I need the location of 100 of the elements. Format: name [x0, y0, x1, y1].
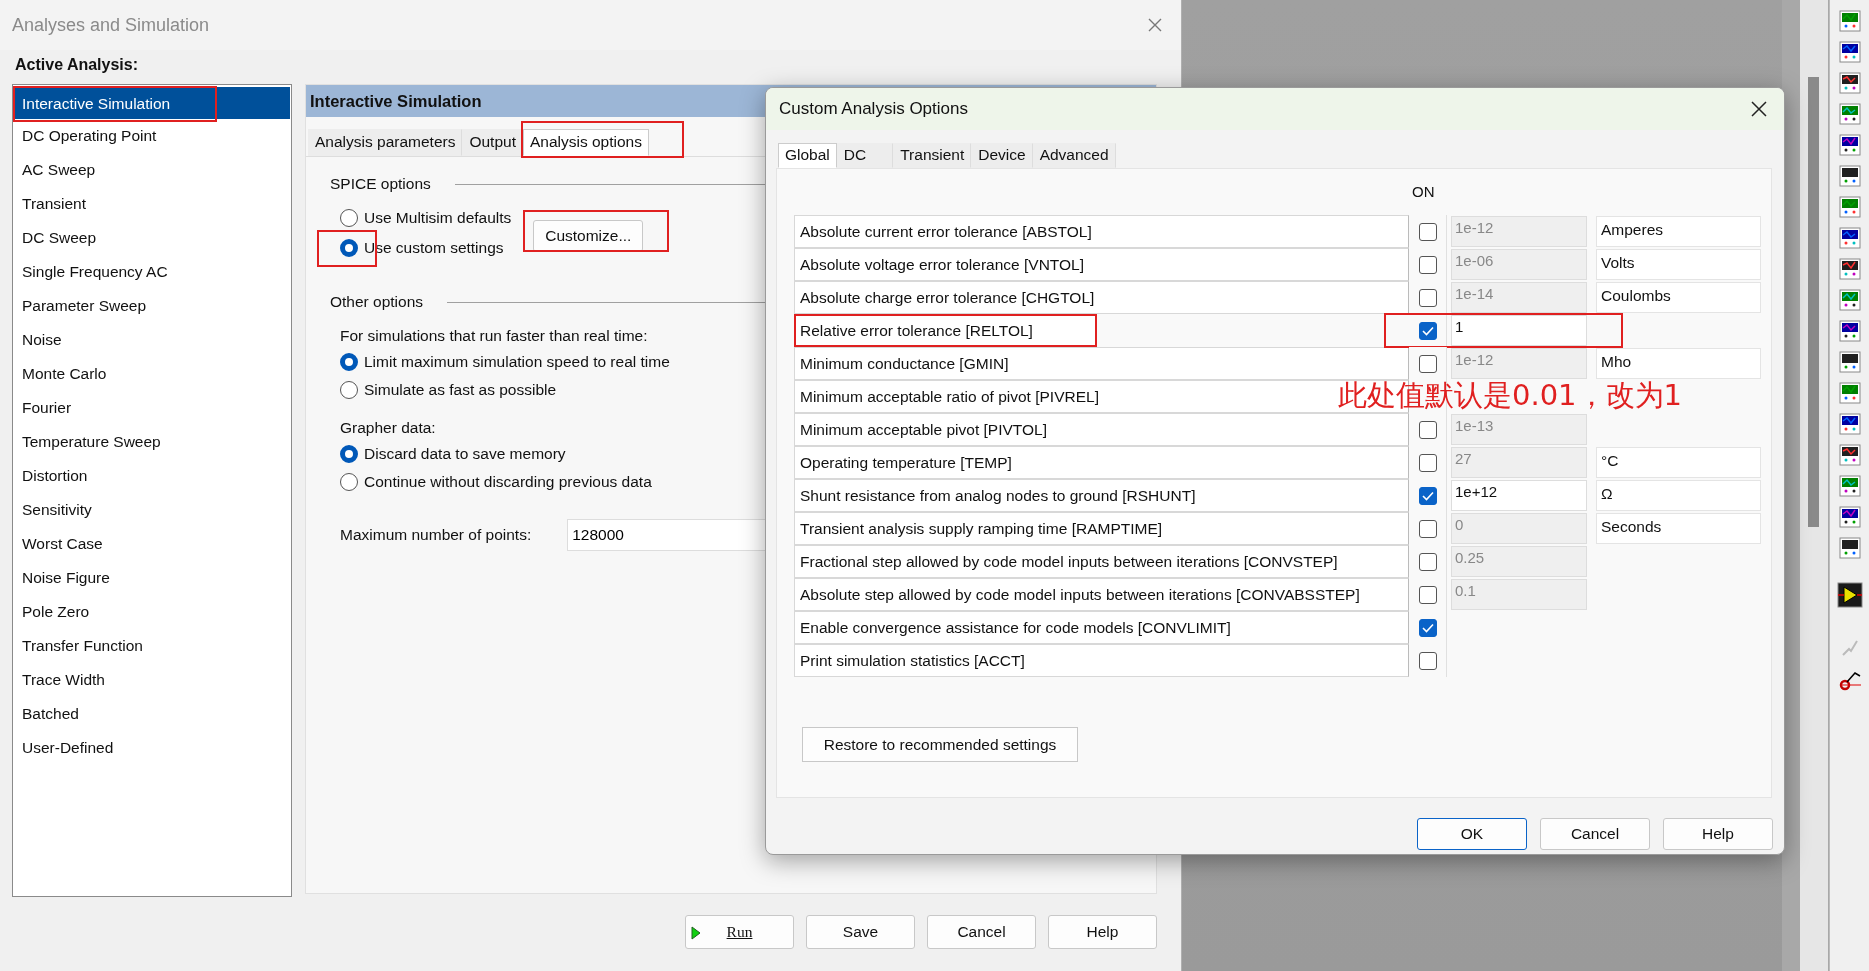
checkbox[interactable] [1418, 486, 1437, 505]
instrument-icon[interactable] [1838, 537, 1861, 559]
analysis-item[interactable]: Noise [14, 323, 290, 357]
option-label: Enable convergence assistance for code models [CONVLIMIT] [794, 611, 1409, 644]
instrument-icon[interactable] [1838, 41, 1861, 63]
value-field[interactable]: 1e+12 [1451, 480, 1587, 511]
option-label: Shunt resistance from analog nodes to ground [RSHUNT] [794, 479, 1409, 512]
checkbox[interactable] [1418, 552, 1437, 571]
analysis-item[interactable]: Transfer Function [14, 629, 290, 663]
radio-label: Use Multisim defaults [364, 209, 512, 227]
column-header: ON [1412, 183, 1435, 200]
instrument-icon[interactable] [1838, 134, 1861, 156]
analysis-item[interactable]: Transient [14, 187, 290, 221]
analysis-item[interactable]: AC Sweep [14, 153, 290, 187]
checkmark-icon [1421, 325, 1434, 336]
run-button[interactable]: Run [685, 915, 794, 949]
option-label: Relative error tolerance [RELTOL] [794, 314, 1097, 347]
checkbox[interactable] [1418, 519, 1437, 538]
option-label: Print simulation statistics [ACCT] [794, 644, 1409, 677]
tab[interactable]: Analysis options [522, 129, 649, 156]
value-field[interactable]: 1 [1451, 315, 1587, 346]
analysis-item[interactable]: User-Defined [14, 731, 290, 765]
tab[interactable]: Transient [893, 143, 972, 168]
dialog-button[interactable]: OK [1417, 818, 1527, 850]
radio-button[interactable] [340, 381, 358, 399]
field-label: Maximum number of points: [340, 526, 532, 544]
unit-label: Ω [1596, 480, 1761, 511]
analysis-item[interactable]: Distortion [14, 459, 290, 493]
unit-label: Volts [1596, 249, 1761, 280]
dialog-button[interactable]: Save [806, 915, 915, 949]
tab[interactable]: Global [778, 143, 837, 168]
amplifier-icon[interactable] [1836, 582, 1863, 608]
unit-label: Seconds [1596, 513, 1761, 544]
dialog-button[interactable]: Cancel [1540, 818, 1650, 850]
checkbox[interactable] [1418, 222, 1437, 241]
instrument-icon[interactable] [1838, 444, 1861, 466]
analysis-item[interactable]: Noise Figure [14, 561, 290, 595]
analysis-item[interactable]: DC Sweep [14, 221, 290, 255]
instrument-icon[interactable] [1838, 165, 1861, 187]
analysis-item[interactable]: Monte Carlo [14, 357, 290, 391]
checkmark-icon [1421, 490, 1434, 501]
analysis-item[interactable]: Batched [14, 697, 290, 731]
group-heading: SPICE options [330, 175, 431, 193]
radio-button[interactable] [340, 353, 358, 371]
radio-label: Continue without discarding previous data [364, 473, 652, 491]
instrument-icon[interactable] [1838, 227, 1861, 249]
radio-button[interactable] [340, 239, 358, 257]
group-heading: Other options [330, 293, 424, 311]
prompt-text: For simulations that run faster than real time: [340, 327, 648, 345]
checkbox[interactable] [1418, 288, 1437, 307]
analysis-item[interactable]: Interactive Simulation [14, 87, 290, 119]
customize-button[interactable]: Customize... [533, 220, 644, 252]
radio-button[interactable] [340, 473, 358, 491]
instrument-icon[interactable] [1838, 506, 1861, 528]
option-label: Operating temperature [TEMP] [794, 446, 1409, 479]
analysis-item[interactable]: Worst Case [14, 527, 290, 561]
checkbox[interactable] [1418, 453, 1437, 472]
analysis-item[interactable]: DC Operating Point [14, 119, 290, 153]
checkbox[interactable] [1418, 585, 1437, 604]
analysis-item[interactable]: Temperature Sweep [14, 425, 290, 459]
close-icon[interactable] [1750, 100, 1768, 118]
dialog-button[interactable]: Help [1663, 818, 1773, 850]
instrument-icon[interactable] [1838, 351, 1861, 373]
radio-label: Limit maximum simulation speed to real time [364, 353, 670, 371]
tab[interactable]: Output [462, 129, 523, 156]
analysis-item[interactable]: Fourier [14, 391, 290, 425]
analysis-item[interactable]: Single Frequency AC [14, 255, 290, 289]
checkbox[interactable] [1418, 420, 1437, 439]
option-label: Absolute voltage error tolerance [VNTOL] [794, 248, 1409, 281]
analysis-item[interactable]: Sensitivity [14, 493, 290, 527]
checkbox[interactable] [1418, 651, 1437, 670]
window-title: Custom Analysis Options [779, 99, 968, 119]
tab[interactable]: DC [836, 143, 894, 168]
tab[interactable]: Analysis parameters [308, 129, 463, 156]
instrument-icon[interactable] [1838, 258, 1861, 280]
radio-button[interactable] [340, 209, 358, 227]
unit-label: Coulombs [1596, 282, 1761, 313]
option-label: Absolute current error tolerance [ABSTOL] [794, 215, 1409, 248]
radio-button[interactable] [340, 445, 358, 463]
dialog-button[interactable]: Cancel [927, 915, 1036, 949]
dialog-button[interactable]: Help [1048, 915, 1157, 949]
radio-label: Discard data to save memory [364, 445, 566, 463]
checkbox[interactable] [1418, 354, 1437, 373]
instrument-icon[interactable] [1838, 320, 1861, 342]
checkbox[interactable] [1418, 255, 1437, 274]
scrollbar-thumb[interactable] [1808, 77, 1819, 527]
unit-label: Amperes [1596, 216, 1761, 247]
prompt-text: Grapher data: [340, 419, 436, 437]
analysis-item[interactable]: Pole Zero [14, 595, 290, 629]
checkbox[interactable] [1418, 618, 1437, 637]
instrument-icon[interactable] [1838, 72, 1861, 94]
instrument-icon[interactable] [1838, 413, 1861, 435]
tab[interactable]: Device [971, 143, 1033, 168]
option-label: Minimum acceptable pivot [PIVTOL] [794, 413, 1409, 446]
analysis-item[interactable]: Trace Width [14, 663, 290, 697]
analysis-item[interactable]: Parameter Sweep [14, 289, 290, 323]
restore-button[interactable]: Restore to recommended settings [802, 727, 1078, 762]
option-label: Minimum conductance [GMIN] [794, 347, 1409, 380]
checkbox[interactable] [1418, 321, 1437, 340]
tab[interactable]: Advanced [1032, 143, 1116, 168]
